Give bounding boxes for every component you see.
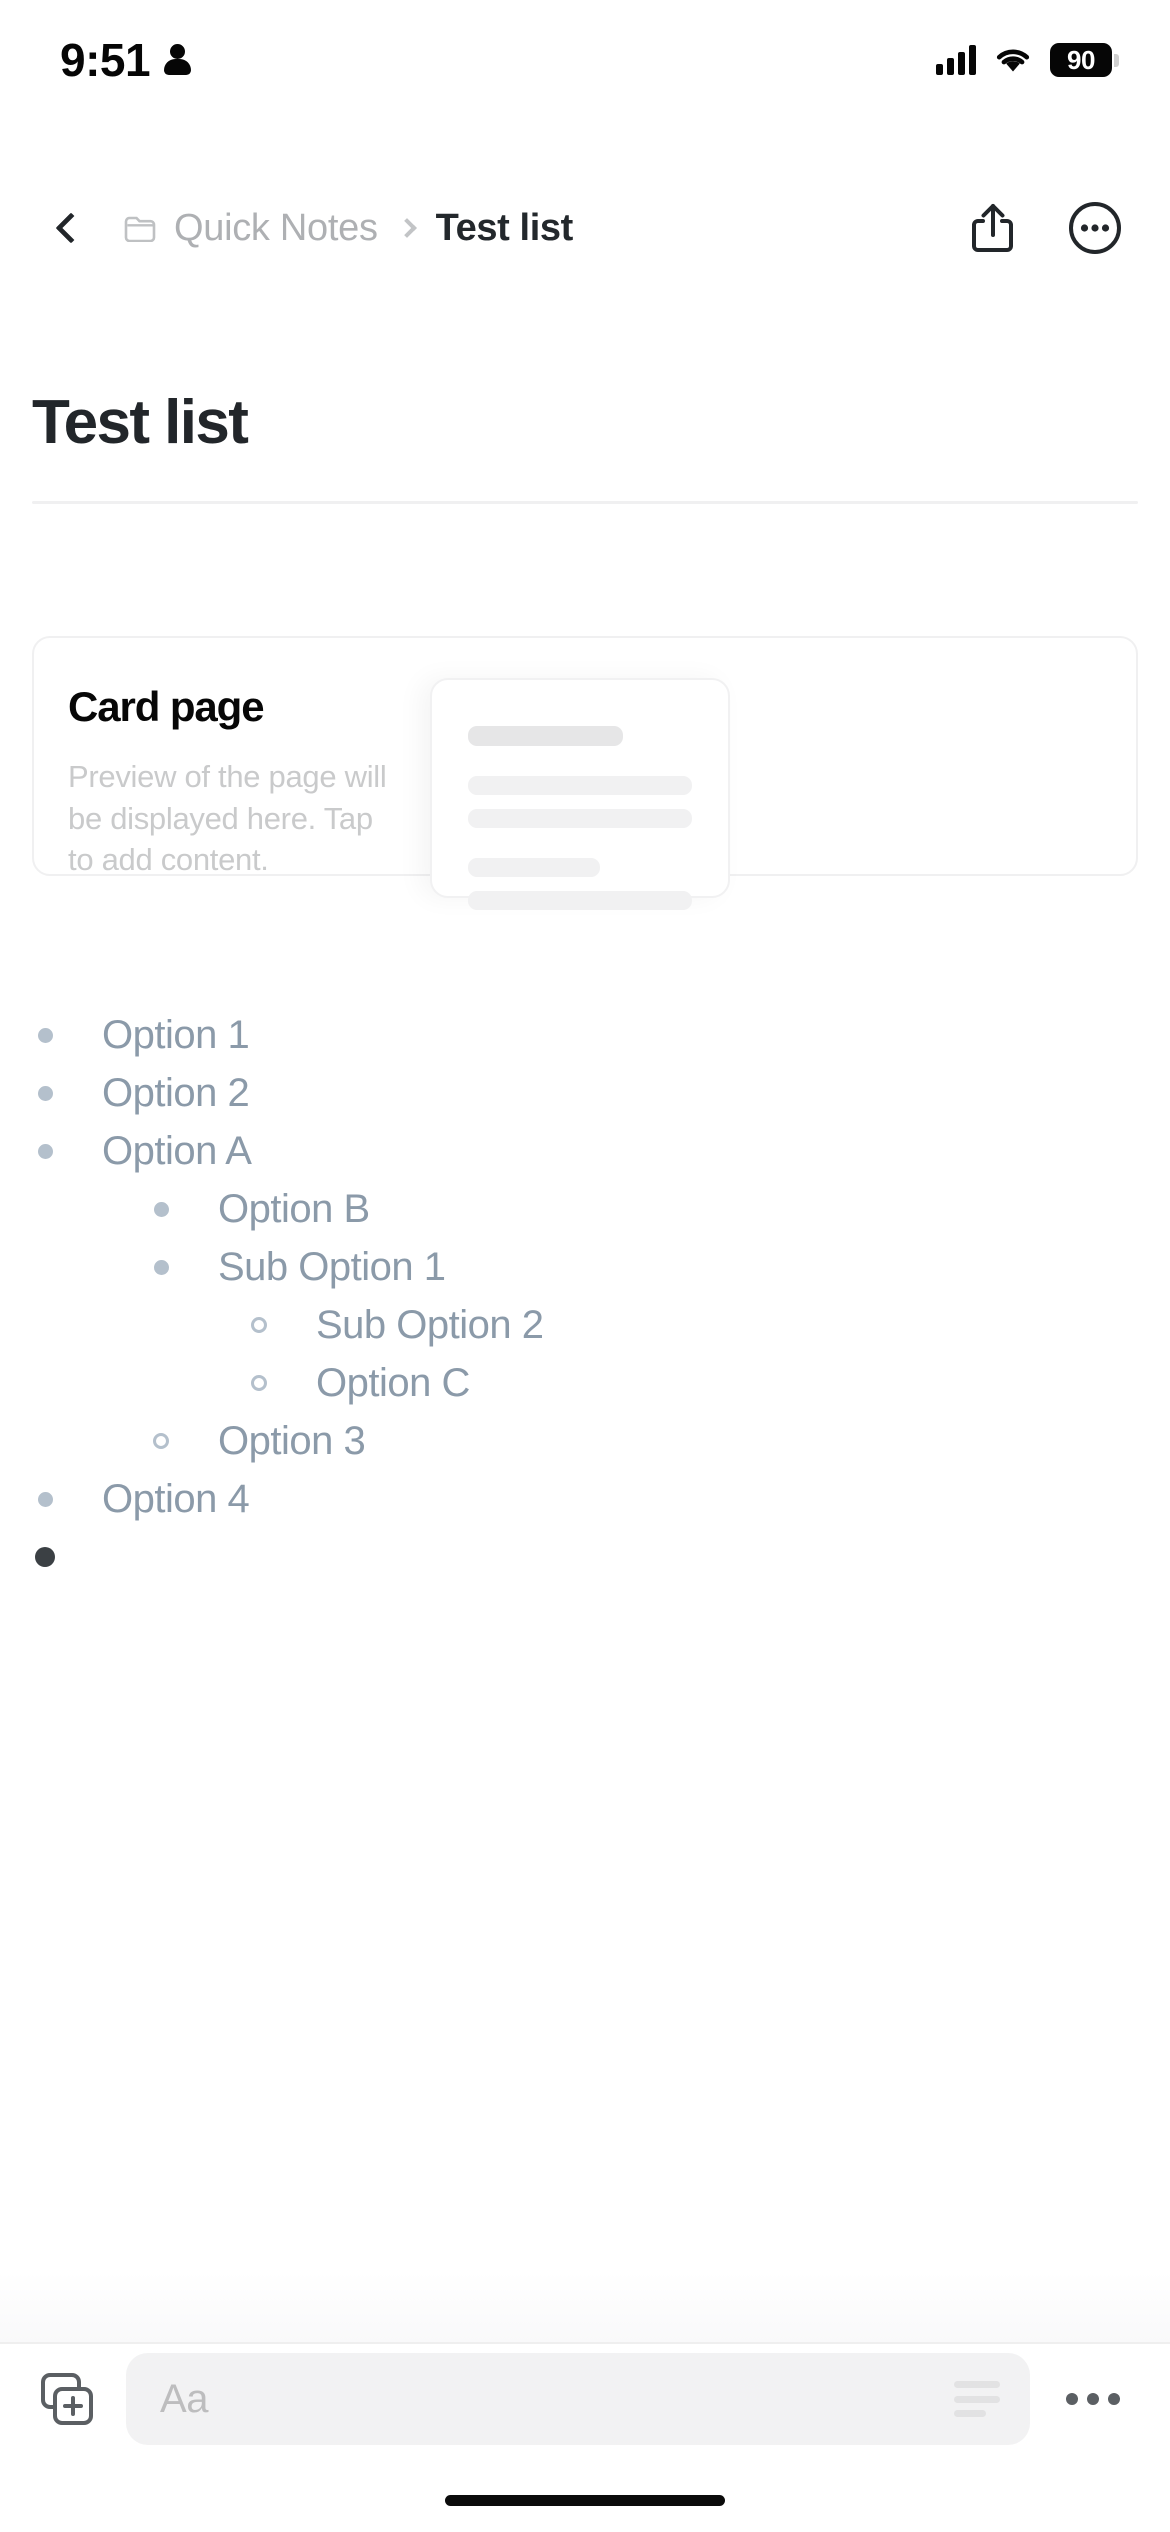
list-item-label[interactable]: Option 1 xyxy=(102,1015,250,1055)
list-item-label[interactable]: Option 2 xyxy=(102,1073,250,1113)
list-bullet[interactable] xyxy=(148,1433,174,1450)
card-text-group: Card page Preview of the page will be di… xyxy=(68,683,398,877)
title-divider xyxy=(32,501,1138,505)
document-body: Test list Card page Preview of the page … xyxy=(0,278,1170,1586)
list-item[interactable]: Option 3 xyxy=(0,1412,1170,1470)
list-bullet[interactable] xyxy=(148,1259,174,1275)
share-button[interactable] xyxy=(962,197,1024,259)
list-item[interactable]: Option C xyxy=(0,1354,1170,1412)
list-bullet[interactable] xyxy=(32,1143,58,1159)
more-horizontal-icon xyxy=(1087,2393,1099,2405)
page-preview-skeleton xyxy=(430,678,730,911)
list-bullet[interactable] xyxy=(32,1027,58,1043)
status-bar-right: 90 xyxy=(936,43,1119,77)
battery-indicator: 90 xyxy=(1050,43,1119,77)
list-item-label[interactable]: Option C xyxy=(316,1363,470,1403)
list-item[interactable]: Option 4 xyxy=(0,1470,1170,1528)
chevron-right-icon xyxy=(396,218,417,238)
more-options-button[interactable] xyxy=(1064,197,1126,259)
status-bar-clock: 9:51 xyxy=(60,34,151,86)
more-circle-icon xyxy=(1069,202,1121,254)
list-item-label[interactable]: Option B xyxy=(218,1189,370,1229)
more-horizontal-icon xyxy=(1066,2393,1078,2405)
list-item[interactable]: Sub Option 2 xyxy=(0,1296,1170,1354)
status-bar: 9:51 90 xyxy=(0,0,1170,120)
list-item[interactable]: Option 1 xyxy=(0,1006,1170,1064)
skeleton-line xyxy=(468,776,692,796)
skeleton-line xyxy=(468,858,601,878)
filled-bullet-icon xyxy=(37,1085,53,1101)
list-bullet[interactable] xyxy=(148,1201,174,1217)
list-item-label[interactable]: Option 4 xyxy=(102,1479,250,1519)
person-icon xyxy=(164,44,192,76)
back-button[interactable] xyxy=(40,197,102,259)
more-horizontal-icon xyxy=(1108,2393,1120,2405)
add-page-button[interactable] xyxy=(34,2366,100,2432)
active-bullet-icon xyxy=(35,1547,55,1568)
hollow-bullet-icon xyxy=(251,1375,267,1392)
list-bullet[interactable] xyxy=(32,1085,58,1101)
wifi-icon xyxy=(994,45,1032,75)
skeleton-line xyxy=(468,726,623,747)
bullet-list: Option 1 Option 2 Option A Option B Sub Opti… xyxy=(0,1006,1170,1586)
filled-bullet-icon xyxy=(153,1259,169,1275)
list-item[interactable]: Sub Option 1 xyxy=(0,1238,1170,1296)
list-item-label[interactable]: Option A xyxy=(102,1131,252,1171)
navigation-bar: Quick Notes Test list xyxy=(0,178,1170,278)
hollow-bullet-icon xyxy=(153,1433,169,1450)
list-item[interactable] xyxy=(0,1528,1170,1586)
page-title[interactable]: Test list xyxy=(32,390,1170,455)
add-page-icon xyxy=(41,2373,93,2425)
status-bar-left: 9:51 xyxy=(60,33,192,87)
filled-bullet-icon xyxy=(37,1491,53,1507)
filled-bullet-icon xyxy=(37,1027,53,1043)
list-bullet[interactable] xyxy=(32,1547,58,1568)
filled-bullet-icon xyxy=(153,1201,169,1217)
home-indicator xyxy=(445,2495,725,2506)
list-item[interactable]: Option B xyxy=(0,1180,1170,1238)
list-item[interactable]: Option A xyxy=(0,1122,1170,1180)
breadcrumb-current: Test list xyxy=(435,206,574,249)
card-subtitle: Preview of the page will be displayed he… xyxy=(68,759,387,877)
input-placeholder: Aa xyxy=(160,2376,209,2421)
text-input-field[interactable]: Aa xyxy=(126,2353,1030,2445)
folder-icon xyxy=(124,214,158,242)
share-icon xyxy=(972,204,1013,252)
hollow-bullet-icon xyxy=(251,1317,267,1334)
nav-actions xyxy=(962,197,1126,259)
bottom-fade xyxy=(0,2272,1170,2342)
list-item[interactable]: Option 2 xyxy=(0,1064,1170,1122)
skeleton-line xyxy=(468,891,692,911)
list-item-label[interactable]: Sub Option 2 xyxy=(316,1305,544,1345)
battery-percent: 90 xyxy=(1067,44,1095,75)
list-bullet[interactable] xyxy=(32,1491,58,1507)
skeleton-line xyxy=(468,809,692,829)
list-bullet[interactable] xyxy=(246,1317,272,1334)
breadcrumb-parent[interactable]: Quick Notes xyxy=(174,207,378,250)
breadcrumb: Quick Notes Test list xyxy=(124,207,962,250)
toolbar-more-button[interactable] xyxy=(1056,2362,1130,2436)
list-item-label[interactable]: Sub Option 1 xyxy=(218,1247,446,1287)
card-page-block[interactable]: Card page Preview of the page will be di… xyxy=(32,636,1138,911)
phone-screen: 9:51 90 Quick Notes Test list Test list … xyxy=(0,0,1170,2532)
filled-bullet-icon xyxy=(37,1143,53,1159)
cellular-signal-icon xyxy=(936,45,976,75)
list-item-label[interactable]: Option 3 xyxy=(218,1421,366,1461)
text-lines-icon[interactable] xyxy=(954,2381,1000,2417)
chevron-left-icon xyxy=(55,212,87,244)
list-bullet[interactable] xyxy=(246,1375,272,1392)
card-title: Card page xyxy=(68,683,265,731)
bottom-toolbar: Aa xyxy=(0,2344,1170,2454)
